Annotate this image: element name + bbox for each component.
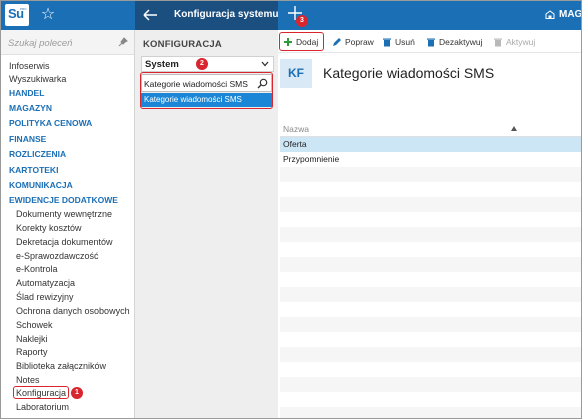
sidebar-category-magazyn[interactable]: MAGAZYN [9,103,52,113]
empty-row [280,212,581,227]
warehouse-icon [545,10,555,19]
deactivate-button-label: Dezaktywuj [439,37,483,47]
empty-row [280,287,581,302]
empty-row [280,317,581,332]
config-search-input[interactable]: Kategorie wiadomości SMS [141,74,272,92]
config-search-value: Kategorie wiadomości SMS [144,79,248,89]
grid-header: Nazwa [280,121,581,137]
sidebar-category-finanse[interactable]: FINANSE [9,134,46,144]
pencil-icon [333,38,341,46]
edit-button-label: Popraw [345,37,374,47]
trash-icon [383,38,391,47]
empty-row [280,377,581,392]
empty-row [280,332,581,347]
empty-row [280,272,581,287]
top-bar: Su PRO ☆ Konfiguracja systemu MAG 3 [1,1,581,30]
page-icon: KF [280,59,312,88]
delete-button[interactable]: Usuń [382,35,415,49]
empty-row [280,362,581,377]
application-window: Su PRO ☆ Konfiguracja systemu MAG 3 Szuk… [0,0,582,419]
app-logo[interactable]: Su PRO [5,4,29,26]
table-cell: Oferta [283,139,307,149]
add-button-label: Dodaj [296,37,319,47]
deactivate-trash-icon [427,38,435,47]
empty-row [280,407,581,418]
sidebar-item-automatyzacja[interactable]: Automatyzacja [16,278,75,288]
table-cell: Przypomnienie [283,154,340,164]
sidebar-item-korekty-kosztow[interactable]: Korekty kosztów [16,223,82,233]
add-button[interactable]: Dodaj [283,35,318,49]
empty-row [280,242,581,257]
delete-button-label: Usuń [395,37,415,47]
empty-row [280,302,581,317]
toolbar: Dodaj Popraw Usuń Dezaktywuj Aktywuj [278,30,581,53]
callout-badge-2: 2 [196,58,208,70]
system-select-value: System [145,59,179,70]
chevron-down-icon [261,61,269,67]
sidebar-item-dokumenty-wewnetrzne[interactable]: Dokumenty wewnętrzne [16,209,112,219]
config-result-item[interactable]: Kategorie wiadomości SMS [141,93,272,107]
plus-icon [284,38,292,46]
empty-row [280,182,581,197]
table-row[interactable]: Przypomnienie [280,152,581,167]
table-row[interactable]: Oferta [280,137,581,152]
sidebar-item-dekretacja-dokumentow[interactable]: Dekretacja dokumentów [16,237,113,247]
deactivate-button[interactable]: Dezaktywuj [426,35,482,49]
empty-row [280,347,581,362]
sidebar: Szukaj poleceń Infoserwis Wyszukiwarka H… [1,30,135,418]
callout-badge-3: 3 [296,15,308,27]
sidebar-item-naklejki[interactable]: Naklejki [16,334,48,344]
sort-asc-icon[interactable] [511,126,517,131]
sidebar-item-biblioteka-zalacznikow[interactable]: Biblioteka załączników [16,361,106,371]
config-panel-title: KONFIGURACJA [143,39,222,50]
empty-row [280,197,581,212]
sidebar-search[interactable]: Szukaj poleceń [1,30,134,55]
sidebar-item-wyszukiwarka[interactable]: Wyszukiwarka [9,74,66,84]
company-label[interactable]: MAG [559,9,581,20]
sidebar-item-schowek[interactable]: Schowek [16,320,53,330]
pin-icon[interactable] [118,37,128,47]
sidebar-search-placeholder: Szukaj poleceń [8,38,73,49]
empty-row [280,167,581,182]
config-result-label: Kategorie wiadomości SMS [144,95,242,104]
favorites-star-icon[interactable]: ☆ [39,5,57,25]
sidebar-item-konfiguracja[interactable]: Konfiguracja [16,388,66,398]
sidebar-item-laboratorium[interactable]: Laboratorium [16,402,69,412]
sidebar-category-polityka-cenowa[interactable]: POLITYKA CENOWA [9,118,92,128]
sidebar-category-handel[interactable]: HANDEL [9,88,44,98]
sidebar-item-e-sprawozdawczosc[interactable]: e-Sprawozdawczość [16,251,99,261]
activate-button-label: Aktywuj [506,37,536,47]
sidebar-item-notes[interactable]: Notes [16,375,40,385]
sidebar-category-ewidencje-dodatkowe[interactable]: EWIDENCJE DODATKOWE [9,195,118,205]
back-arrow-icon[interactable] [141,6,159,24]
sidebar-item-ochrona-danych[interactable]: Ochrona danych osobowych [16,306,130,316]
search-icon[interactable] [257,78,268,89]
empty-row [280,257,581,272]
active-tab-title[interactable]: Konfiguracja systemu [174,9,278,20]
activate-button[interactable]: Aktywuj [493,35,535,49]
logo-sub: PRO [20,7,27,11]
column-header-nazwa[interactable]: Nazwa [283,124,309,134]
sidebar-category-komunikacja[interactable]: KOMUNIKACJA [9,180,73,190]
edit-button[interactable]: Popraw [332,35,374,49]
sidebar-category-kartoteki[interactable]: KARTOTEKI [9,165,58,175]
sidebar-category-rozliczenia[interactable]: ROZLICZENIA [9,149,66,159]
sidebar-item-slad-rewizyjny[interactable]: Ślad rewizyjny [16,292,74,302]
configuration-panel: KONFIGURACJA System 2 Kategorie wiadomoś… [135,30,278,418]
sidebar-item-e-kontrola[interactable]: e-Kontrola [16,264,58,274]
empty-row [280,227,581,242]
sidebar-item-raporty[interactable]: Raporty [16,347,48,357]
activate-icon [494,38,502,47]
page-title: Kategorie wiadomości SMS [323,65,495,81]
sidebar-item-infoserwis[interactable]: Infoserwis [9,61,50,71]
callout-badge-1: 1 [71,387,83,399]
empty-row [280,392,581,407]
